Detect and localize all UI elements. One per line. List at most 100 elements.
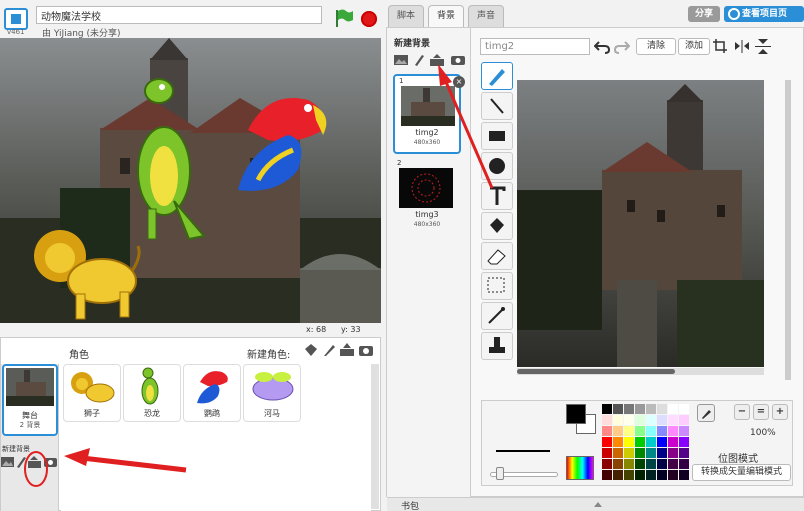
stage-canvas[interactable] (0, 38, 381, 323)
delete-backdrop-icon[interactable]: × (453, 76, 465, 88)
backdrop-library-icon[interactable] (1, 456, 14, 468)
convert-to-vector-button[interactable]: 转换成矢量编辑模式 (692, 464, 791, 481)
color-swatch[interactable] (679, 415, 689, 425)
color-swatch[interactable] (668, 470, 678, 480)
backdrop-item-2[interactable]: 2 timg3 480x360 (393, 158, 461, 238)
color-swatch[interactable] (624, 404, 634, 414)
lion-sprite[interactable] (32, 226, 142, 321)
color-swatch[interactable] (657, 470, 667, 480)
color-swatch[interactable] (624, 437, 634, 447)
camera-backdrop-icon[interactable] (451, 54, 465, 66)
color-swatch[interactable] (635, 448, 645, 458)
share-button[interactable]: 分享 (688, 6, 720, 22)
parrot-sprite[interactable] (228, 90, 338, 200)
color-swatch[interactable] (602, 426, 612, 436)
ellipse-tool[interactable] (481, 152, 513, 180)
flip-vertical-icon[interactable] (754, 38, 772, 55)
sprite-library-icon[interactable] (303, 343, 319, 357)
sprite-tile-parrot[interactable]: 鹦鹉 (183, 364, 241, 422)
sprite-tile-dinosaur[interactable]: 恐龙 (123, 364, 181, 422)
select-tool[interactable] (481, 272, 513, 300)
brush-tool[interactable] (481, 62, 513, 90)
color-swatch[interactable] (624, 415, 634, 425)
color-swatch[interactable] (657, 404, 667, 414)
dinosaur-sprite[interactable] (134, 71, 214, 246)
costume-name-input[interactable] (480, 38, 590, 55)
sprite-list-scrollbar[interactable] (371, 364, 379, 509)
see-project-page-button[interactable]: 查看项目页 (724, 6, 804, 22)
paint-sprite-icon[interactable] (321, 343, 337, 357)
upload-backdrop-icon[interactable] (28, 456, 41, 468)
undo-icon[interactable] (594, 38, 610, 55)
camera-backdrop-icon[interactable] (44, 456, 57, 468)
color-swatch[interactable] (679, 404, 689, 414)
color-swatch[interactable] (602, 459, 612, 469)
color-swatch[interactable] (668, 448, 678, 458)
paint-canvas[interactable] (517, 80, 764, 367)
canvas-vertical-scrollbar[interactable] (785, 80, 791, 380)
color-swatch[interactable] (657, 459, 667, 469)
color-swatch[interactable] (624, 426, 634, 436)
color-swatch[interactable] (613, 404, 623, 414)
project-title-input[interactable] (36, 6, 322, 24)
eyedropper-button[interactable] (697, 404, 715, 422)
stage-thumbnail-frame[interactable]: 舞台 2 背景 (2, 364, 58, 436)
color-swatch[interactable] (646, 459, 656, 469)
color-swatch[interactable] (613, 448, 623, 458)
upload-sprite-icon[interactable] (339, 343, 355, 357)
green-flag-icon[interactable] (334, 8, 354, 28)
primary-color-swatch[interactable] (566, 404, 586, 424)
canvas-horizontal-scrollbar[interactable] (517, 368, 764, 375)
color-swatch[interactable] (668, 426, 678, 436)
color-swatch[interactable] (635, 404, 645, 414)
color-swatch[interactable] (635, 426, 645, 436)
color-swatch[interactable] (657, 448, 667, 458)
fullscreen-button[interactable] (4, 8, 28, 30)
color-swatch[interactable] (602, 470, 612, 480)
sprite-tile-hippo[interactable]: 河马 (243, 364, 301, 422)
clear-button[interactable]: 清除 (636, 38, 676, 55)
tab-scripts[interactable]: 脚本 (388, 5, 424, 27)
color-swatch[interactable] (668, 404, 678, 414)
color-picker-gradient[interactable] (566, 456, 594, 480)
color-swatch[interactable] (602, 404, 612, 414)
backdrop-item-1[interactable]: 1 timg2 480x360 (393, 74, 461, 154)
color-swatch[interactable] (613, 426, 623, 436)
paint-backdrop-icon[interactable] (412, 54, 426, 66)
text-tool[interactable] (481, 182, 513, 210)
add-button[interactable]: 添加 (678, 38, 710, 55)
color-swatch[interactable] (635, 415, 645, 425)
crop-icon[interactable] (712, 38, 728, 55)
color-swatch[interactable] (635, 459, 645, 469)
color-swatch[interactable] (635, 470, 645, 480)
rectangle-tool[interactable] (481, 122, 513, 150)
color-swatch[interactable] (624, 459, 634, 469)
color-swatch[interactable] (679, 459, 689, 469)
color-swatch[interactable] (679, 470, 689, 480)
color-swatch[interactable] (624, 448, 634, 458)
flip-horizontal-icon[interactable] (734, 38, 750, 55)
color-swatch[interactable] (613, 459, 623, 469)
zoom-out-button[interactable]: − (734, 404, 750, 420)
color-swatch[interactable] (657, 415, 667, 425)
color-swatch[interactable] (646, 470, 656, 480)
tab-backdrops[interactable]: 背景 (428, 5, 464, 27)
color-swatch[interactable] (613, 437, 623, 447)
color-swatch[interactable] (646, 415, 656, 425)
color-swatch[interactable] (646, 448, 656, 458)
backdrop-library-icon[interactable] (394, 54, 408, 66)
color-swatch[interactable] (602, 437, 612, 447)
eraser-tool[interactable] (481, 242, 513, 270)
stop-button[interactable] (361, 11, 377, 27)
color-swatch[interactable] (679, 426, 689, 436)
color-swatch[interactable] (602, 448, 612, 458)
stage-item[interactable]: 舞台 2 背景 (1, 364, 59, 511)
color-swatch[interactable] (668, 437, 678, 447)
fill-tool[interactable] (481, 212, 513, 240)
stamp-tool[interactable] (481, 332, 513, 360)
color-swatch[interactable] (679, 437, 689, 447)
tab-sounds[interactable]: 声音 (468, 5, 504, 27)
color-swatch[interactable] (657, 437, 667, 447)
line-tool[interactable] (481, 92, 513, 120)
camera-sprite-icon[interactable] (358, 343, 374, 357)
